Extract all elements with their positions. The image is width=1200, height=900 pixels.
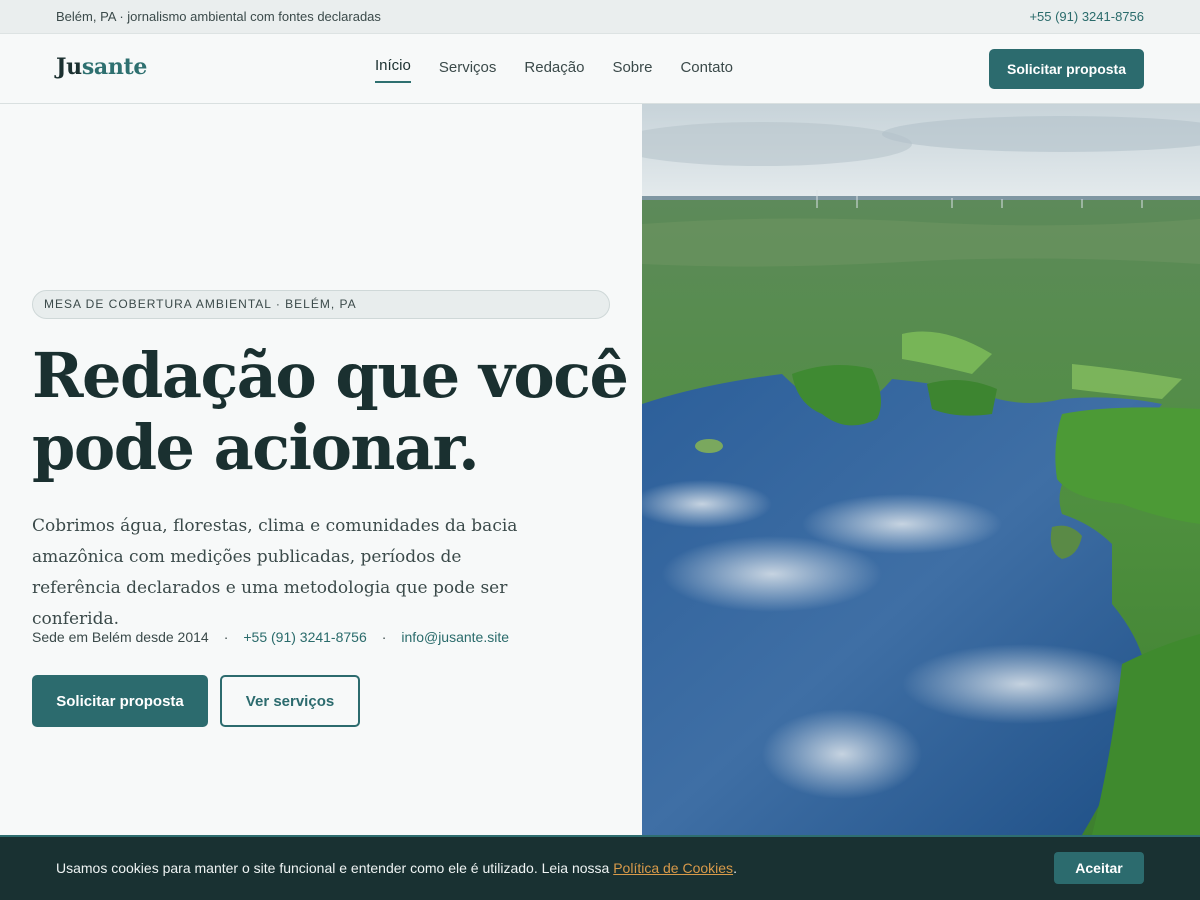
separator-dot: ·: [381, 629, 387, 645]
site-logo[interactable]: Jusante: [56, 54, 147, 80]
aerial-lake-forest-photo: [642, 104, 1200, 835]
nav-item-redacao[interactable]: Redação: [524, 59, 584, 85]
cookie-text: Usamos cookies para manter o site funcio…: [56, 860, 614, 876]
nav-item-inicio[interactable]: Início: [375, 57, 411, 83]
hero-content: MESA DE COBERTURA AMBIENTAL · BELÉM, PA …: [0, 104, 642, 835]
main-nav: Início Serviços Redação Sobre Contato: [375, 57, 733, 85]
nav-item-contato[interactable]: Contato: [680, 59, 733, 85]
hero-email-link[interactable]: info@jusante.site: [401, 629, 509, 645]
hero-contact-line: Sede em Belém desde 2014 · +55 (91) 3241…: [32, 629, 509, 645]
site-header: Jusante Início Serviços Redação Sobre Co…: [0, 35, 1200, 104]
hero-headline: Redação que você pode acionar.: [32, 340, 632, 484]
cookie-policy-link[interactable]: Política de Cookies: [613, 860, 733, 876]
header-request-proposal-button[interactable]: Solicitar proposta: [989, 49, 1144, 89]
hero-phone-link[interactable]: +55 (91) 3241-8756: [243, 629, 366, 645]
headline-line-2: pode acionar.: [32, 411, 480, 484]
cookie-message: Usamos cookies para manter o site funcio…: [56, 860, 737, 876]
location-tagline: Belém, PA · jornalismo ambiental com fon…: [56, 9, 381, 24]
nav-item-servicos[interactable]: Serviços: [439, 59, 497, 85]
topbar-phone-link[interactable]: +55 (91) 3241-8756: [1029, 9, 1144, 24]
cookie-banner: Usamos cookies para manter o site funcio…: [0, 835, 1200, 900]
logo-part-sante: sante: [81, 54, 148, 80]
hero-request-proposal-button[interactable]: Solicitar proposta: [32, 675, 208, 727]
headline-line-1: Redação que você: [32, 339, 629, 412]
hero-badge: MESA DE COBERTURA AMBIENTAL · BELÉM, PA: [32, 290, 610, 319]
separator-dot: ·: [223, 629, 229, 645]
cookie-period: .: [733, 860, 737, 876]
since-text: Sede em Belém desde 2014: [32, 629, 209, 645]
nav-item-sobre[interactable]: Sobre: [612, 59, 652, 85]
view-services-button[interactable]: Ver serviços: [220, 675, 360, 727]
hero-lead-text: Cobrimos água, florestas, clima e comuni…: [32, 516, 518, 629]
logo-part-ju: Ju: [56, 54, 82, 80]
accept-cookies-button[interactable]: Aceitar: [1054, 852, 1144, 884]
top-info-bar: Belém, PA · jornalismo ambiental com fon…: [0, 0, 1200, 34]
